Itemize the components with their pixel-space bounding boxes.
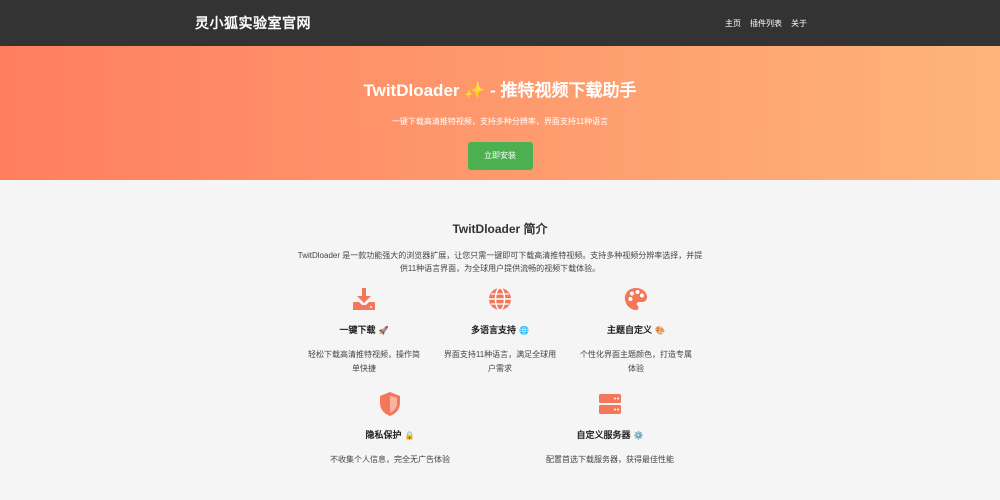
feature-row: 隐私保护 🔒 不收集个人信息，完全无广告体验 自定义服务器 ⚙️ 配置首选下载服务器…: [0, 390, 1000, 467]
gear-icon: ⚙️: [633, 431, 644, 440]
globe-icon: [489, 287, 511, 311]
download-icon: [353, 288, 375, 310]
intro-text: TwitDloader 是一款功能强大的浏览器扩展，让您只需一键即可下载高清推特…: [297, 251, 703, 273]
feature-card-privacy: 隐私保护 🔒 不收集个人信息，完全无广告体验: [280, 390, 500, 467]
install-button[interactable]: 立即安装: [467, 142, 533, 170]
feature-desc: 个性化界面主题颜色，打造专属体验: [580, 350, 692, 373]
rocket-icon: 🚀: [378, 326, 389, 335]
feature-desc: 轻松下载高清推特视频，操作简单快捷: [308, 350, 420, 373]
globe-emoji-icon: 🌐: [519, 326, 529, 335]
hero-title: TwitDloader ✨ - 推特视频下载助手: [363, 81, 637, 100]
site-brand[interactable]: 灵小狐实验室官网: [195, 13, 311, 33]
top-navbar: 灵小狐实验室官网 主页 插件列表 关于: [0, 0, 1000, 46]
shield-icon: [380, 392, 400, 416]
palette-emoji-icon: 🎨: [655, 326, 665, 335]
feature-title: 多语言支持: [471, 325, 517, 335]
nav-link-about[interactable]: 关于: [791, 18, 807, 29]
section-title: TwitDloader 简介: [452, 222, 548, 236]
feature-card-download: 一键下载 🚀 轻松下载高清推特视频，操作简单快捷: [296, 285, 432, 376]
feature-title: 隐私保护: [365, 430, 402, 440]
hero-subtitle: 一键下载高清推特视频，支持多种分辨率，界面支持11种语言: [391, 117, 609, 126]
feature-row: 一键下载 🚀 轻松下载高清推特视频，操作简单快捷 多语言支持 🌐 界面支持11种语言…: [0, 285, 1000, 376]
lock-icon: 🔒: [404, 431, 415, 440]
nav-links: 主页 插件列表 关于: [725, 18, 807, 29]
server-icon: [599, 394, 621, 414]
feature-card-theme: 主题自定义 🎨 个性化界面主题颜色，打造专属体验: [568, 285, 704, 376]
palette-icon: [624, 288, 648, 310]
nav-link-plugins[interactable]: 插件列表: [750, 18, 782, 29]
nav-link-home[interactable]: 主页: [725, 18, 741, 29]
feature-title: 一键下载: [339, 325, 376, 335]
feature-card-language: 多语言支持 🌐 界面支持11种语言，满足全球用户需求: [432, 285, 568, 376]
intro-section: TwitDloader 简介 TwitDloader 是一款功能强大的浏览器扩展…: [0, 180, 1000, 467]
feature-desc: 界面支持11种语言，满足全球用户需求: [443, 350, 557, 373]
hero-banner: TwitDloader ✨ - 推特视频下载助手 一键下载高清推特视频，支持多种…: [0, 46, 1000, 180]
feature-title: 自定义服务器: [576, 430, 631, 440]
feature-desc: 不收集个人信息，完全无广告体验: [330, 455, 450, 464]
feature-title: 主题自定义: [607, 325, 653, 335]
feature-desc: 配置首选下载服务器，获得最佳性能: [546, 455, 674, 464]
feature-card-server: 自定义服务器 ⚙️ 配置首选下载服务器，获得最佳性能: [500, 390, 720, 467]
